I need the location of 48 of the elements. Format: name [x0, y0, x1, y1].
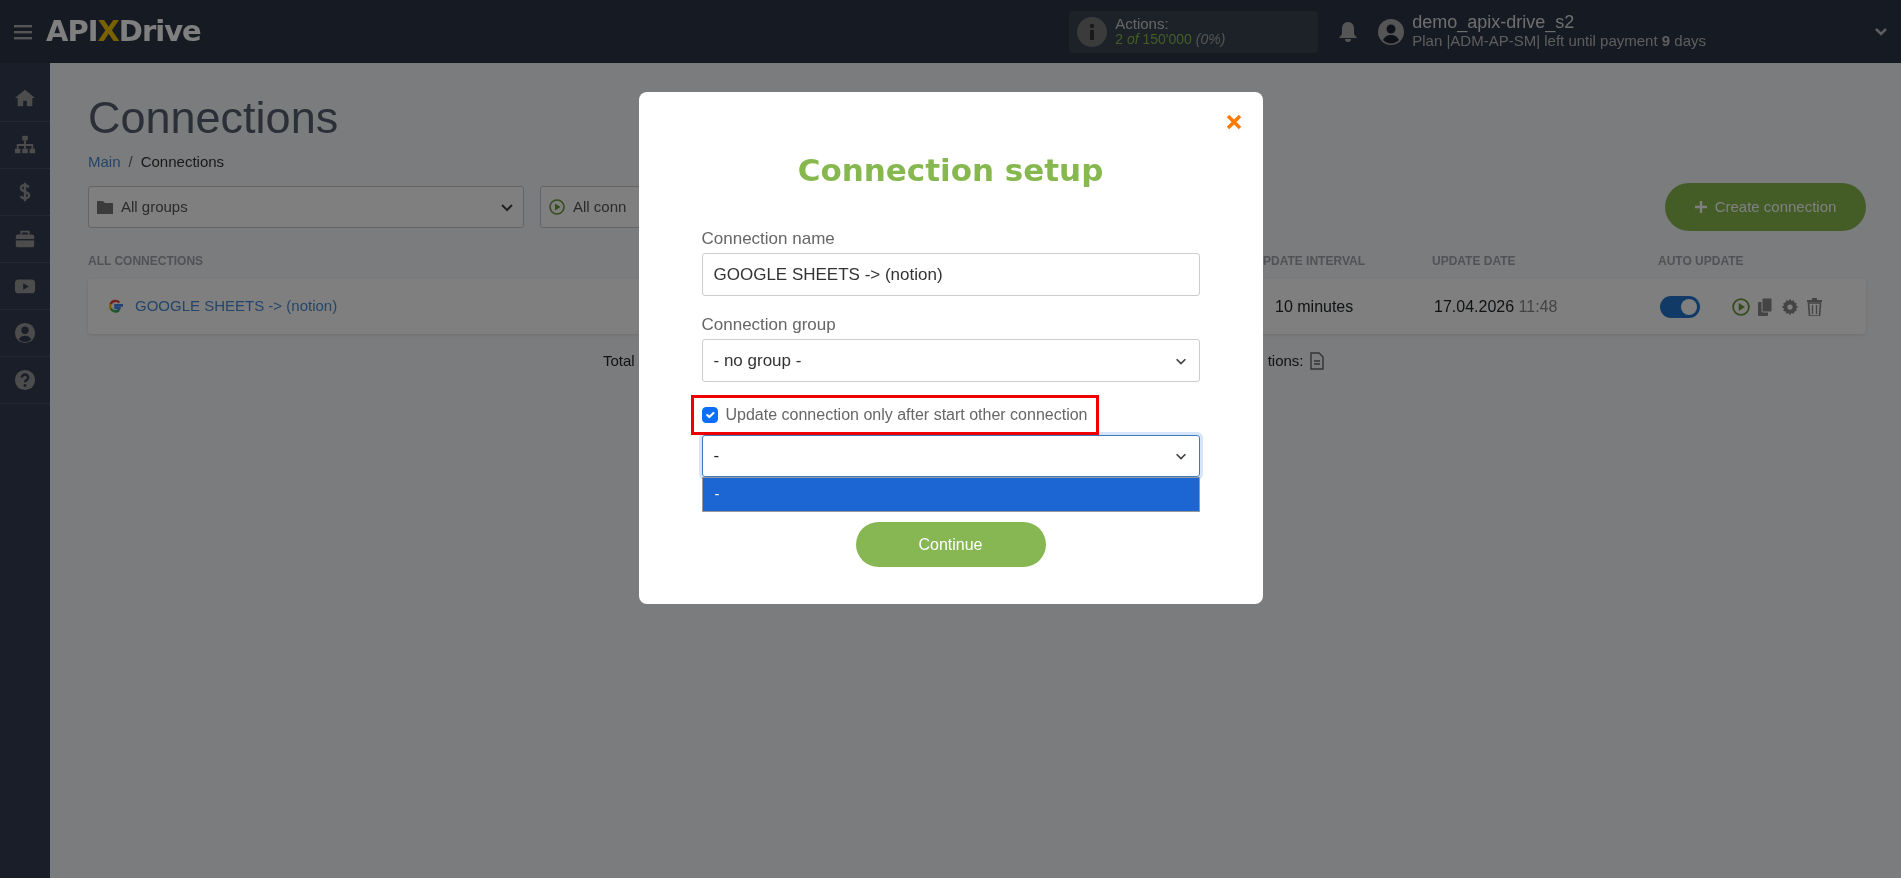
interval-cell-text: 10 minutes: [1275, 296, 1355, 317]
close-icon[interactable]: [1225, 114, 1242, 130]
logo[interactable]: APIXDrive: [46, 9, 201, 54]
filter-value: All conn: [573, 196, 628, 217]
dependency-select[interactable]: -: [701, 435, 1200, 477]
dependency-checkbox[interactable]: [701, 407, 718, 423]
field-label: Connection group: [701, 315, 837, 335]
settings-icon[interactable]: [1781, 297, 1799, 316]
modal-title: Connection setup: [796, 151, 1105, 189]
create-connection-button[interactable]: Create connection: [1665, 183, 1866, 231]
briefcase-icon[interactable]: [14, 228, 36, 250]
dropdown-option[interactable]: -: [701, 477, 1200, 512]
breadcrumb-current: Connections: [140, 151, 225, 172]
user-icon[interactable]: [14, 322, 36, 344]
folder-icon: [97, 200, 113, 214]
plus-icon: [1694, 201, 1707, 213]
date-cell-text: 17.04.2026 11:48: [1434, 296, 1559, 317]
breadcrumb-link[interactable]: Main: [88, 150, 121, 173]
user-name[interactable]: demo_apix-drive_s2: [1412, 12, 1706, 33]
summary-text: Total: [603, 351, 635, 371]
plan-info: Plan |ADM-AP-SM| left until payment 9 days: [1412, 32, 1706, 51]
field-label: Connection name: [701, 229, 836, 249]
continue-button[interactable]: Continue: [855, 522, 1046, 567]
actions-count: 2 of 150'000 (0%): [1115, 32, 1226, 48]
play-icon[interactable]: [1732, 297, 1750, 316]
help-icon[interactable]: [14, 369, 36, 391]
breadcrumb-separator: /: [128, 151, 133, 172]
home-icon[interactable]: [14, 87, 36, 109]
google-icon: [108, 299, 123, 314]
menu-icon[interactable]: [14, 23, 32, 40]
trash-icon[interactable]: [1807, 297, 1822, 316]
actions-label: Actions:: [1115, 15, 1170, 33]
auto-update-toggle[interactable]: [1660, 295, 1700, 318]
info-icon: [1077, 16, 1108, 47]
checkbox-label: Update connection only after start other connection: [725, 405, 1088, 425]
copy-icon[interactable]: [1758, 297, 1773, 316]
bell-icon[interactable]: [1338, 20, 1359, 43]
sitemap-icon[interactable]: [14, 134, 36, 156]
play-icon: [549, 199, 565, 215]
filter-value: All groups: [121, 196, 189, 217]
avatar-icon[interactable]: [1378, 18, 1405, 45]
page-title: Connections: [88, 93, 339, 143]
connection-name[interactable]: GOOGLE SHEETS -> (notion): [135, 295, 338, 318]
document-icon[interactable]: [1309, 352, 1324, 371]
summary-text: tions:: [1267, 351, 1304, 371]
connection-name-field[interactable]: GOOGLE SHEETS -> (notion): [701, 253, 1200, 296]
group-filter[interactable]: All groups: [88, 186, 524, 228]
connection-group-select[interactable]: - no group -: [701, 339, 1200, 382]
